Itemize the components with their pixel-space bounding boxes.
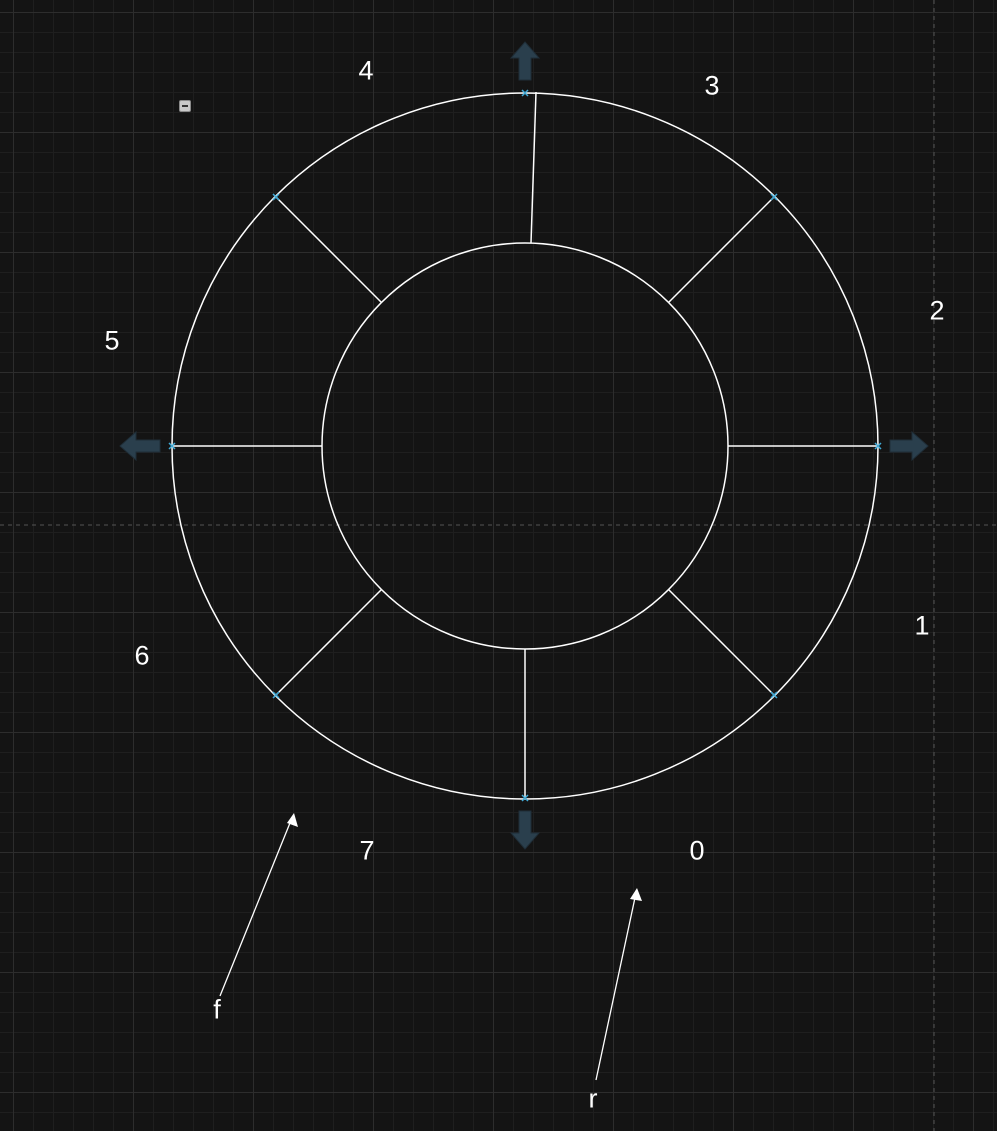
arrow-label-r: r bbox=[588, 1083, 598, 1114]
spoke-top-left[interactable] bbox=[275, 196, 382, 303]
inner-circle[interactable] bbox=[321, 242, 729, 650]
arrow-right-icon[interactable] bbox=[889, 430, 929, 462]
segment-label-2: 2 bbox=[929, 295, 945, 326]
diagram-canvas[interactable]: 4 3 2 5 1 6 7 0 f r bbox=[0, 0, 997, 1131]
arrow-down-icon[interactable] bbox=[509, 810, 541, 850]
segment-label-6: 6 bbox=[134, 640, 150, 671]
segment-label-7: 7 bbox=[359, 835, 375, 866]
segment-label-0: 0 bbox=[689, 835, 705, 866]
arrow-up-icon[interactable] bbox=[509, 41, 541, 81]
spoke-bottom-right[interactable] bbox=[668, 589, 775, 696]
arrow-left-icon[interactable] bbox=[119, 430, 161, 462]
annotation-arrow-r[interactable] bbox=[595, 888, 642, 1081]
ring-diagram bbox=[0, 0, 997, 1131]
spoke-bottom-left[interactable] bbox=[275, 589, 382, 696]
segment-label-1: 1 bbox=[914, 610, 930, 641]
spoke-top[interactable] bbox=[530, 91, 537, 244]
spoke-top-right[interactable] bbox=[668, 196, 775, 303]
segment-label-4: 4 bbox=[358, 55, 374, 86]
arrow-label-f: f bbox=[213, 994, 221, 1025]
segment-label-3: 3 bbox=[704, 70, 720, 101]
segment-label-5: 5 bbox=[104, 325, 120, 356]
annotation-arrow-f[interactable] bbox=[219, 813, 298, 997]
collapse-minus-icon[interactable] bbox=[179, 100, 191, 112]
